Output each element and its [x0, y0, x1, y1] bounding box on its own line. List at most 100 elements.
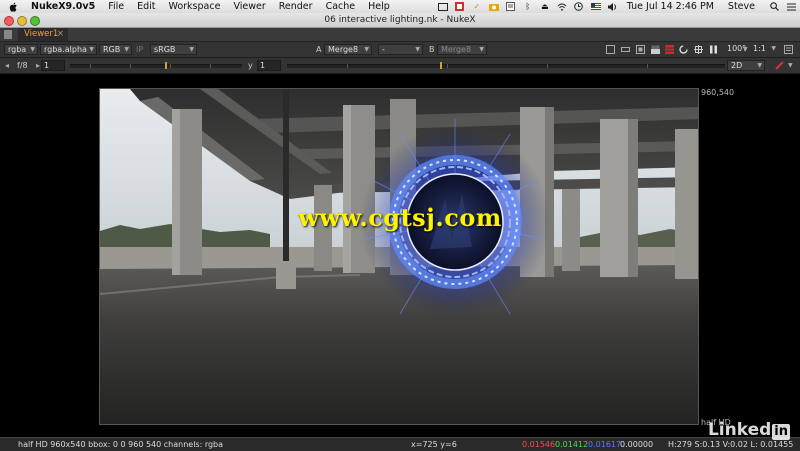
channels-dropdown[interactable]: rgba ▼	[4, 44, 38, 55]
pane-menu-icon[interactable]	[4, 30, 12, 39]
fstop-value[interactable]: f/8	[17, 60, 28, 71]
view-mode-dropdown[interactable]: 2D ▼	[727, 60, 765, 71]
linkedin-in-mark: in	[772, 424, 790, 440]
underpass-scene-image	[100, 89, 698, 424]
viewer-tab-bar: Viewer1 ×	[0, 28, 800, 42]
tab-viewer1-label: Viewer1	[24, 29, 59, 39]
a-input-label: A	[316, 45, 322, 54]
camera-icon[interactable]	[488, 2, 499, 11]
chevron-down-icon: ▼	[124, 46, 129, 53]
menu-cache[interactable]: Cache	[326, 1, 356, 12]
paint-brush-icon[interactable]	[775, 61, 784, 70]
menu-app[interactable]: NukeX9.0v5	[31, 1, 95, 12]
alpha-channel-dropdown[interactable]: rgba.alpha ▼	[40, 44, 97, 55]
viewer-settings-icon[interactable]	[784, 45, 793, 54]
menu-help[interactable]: Help	[368, 1, 390, 12]
watermark-text: www.cgtsj.com	[298, 203, 502, 232]
menubar-user[interactable]: Steve	[728, 1, 755, 12]
b-input-value: Merge8	[441, 45, 472, 54]
eject-icon[interactable]: ⏏	[540, 2, 550, 11]
roi-icon[interactable]	[606, 45, 615, 54]
gain-input[interactable]: 1	[41, 60, 65, 71]
gain-slider[interactable]	[70, 62, 242, 69]
menubar-clock[interactable]: Tue Jul 14 2:46 PM	[627, 1, 714, 12]
chevron-down-icon: ▼	[30, 46, 35, 53]
frame-icon[interactable]	[694, 45, 703, 54]
bluetooth-icon[interactable]: ᛒ	[523, 2, 533, 11]
menu-render[interactable]: Render	[279, 1, 313, 12]
flag-icon[interactable]	[455, 2, 465, 11]
slider-tick	[170, 64, 171, 68]
viewer-image[interactable]	[99, 88, 699, 425]
checkmark-icon[interactable]: ✓	[472, 2, 482, 11]
slider-tick	[90, 64, 91, 68]
menu-edit[interactable]: Edit	[137, 1, 155, 12]
a-input-dropdown[interactable]: Merge8 ▼	[324, 44, 372, 55]
pause-icon[interactable]	[709, 45, 718, 54]
alpha-channel-value: rgba.alpha	[44, 45, 87, 54]
chevron-down-icon: ▼	[189, 46, 194, 53]
screen-record-icon[interactable]	[437, 2, 448, 11]
gamma-input[interactable]: 1	[257, 60, 281, 71]
chevron-down-icon[interactable]: ▼	[788, 60, 793, 71]
mask-overlay-icon[interactable]	[621, 45, 630, 54]
format-corner-label: 960,540	[701, 88, 735, 97]
wifi-icon[interactable]	[557, 2, 567, 11]
clipping-warning-icon[interactable]	[651, 45, 660, 54]
status-blue-value: 0.01617	[588, 440, 622, 449]
slider-tick	[130, 64, 131, 68]
close-tab-icon[interactable]: ×	[57, 28, 64, 41]
chevron-down-icon[interactable]: ▼	[743, 44, 748, 55]
slider-tick	[210, 64, 211, 68]
b-input-label: B	[429, 45, 435, 54]
chevron-down-icon: ▼	[757, 62, 762, 69]
gain-gamma-controls: ◂ f/8 ▸ 1 y 1 2D ▼ ▼	[0, 58, 800, 74]
viewer-status-bar: half HD 960x540 bbox: 0 0 960 540 channe…	[0, 437, 800, 451]
notification-center-icon[interactable]	[786, 2, 796, 11]
volume-icon[interactable]	[607, 2, 618, 11]
gamma-slider-handle[interactable]	[440, 62, 442, 69]
chevron-down-icon: ▼	[771, 45, 776, 52]
a-input-value: Merge8	[328, 45, 359, 54]
time-machine-icon[interactable]	[574, 2, 584, 11]
step-back-icon[interactable]: ◂	[5, 60, 9, 71]
channels-value: rgba	[8, 45, 27, 54]
menu-workspace[interactable]: Workspace	[169, 1, 221, 12]
safe-area-icon[interactable]	[636, 45, 645, 54]
menubar: NukeX9.0v5 File Edit Workspace Viewer Re…	[0, 0, 800, 13]
us-flag-icon[interactable]	[590, 2, 601, 11]
slider-tick	[347, 64, 348, 68]
linkedin-logo-text: Linked	[707, 420, 772, 440]
lut-dropdown[interactable]: sRGB ▼	[150, 44, 197, 55]
lut-value: sRGB	[154, 45, 176, 54]
chevron-down-icon: ▼	[364, 46, 369, 53]
step-forward-icon[interactable]: ▸	[36, 60, 40, 71]
menu-file[interactable]: File	[108, 1, 124, 12]
compare-mode-value: -	[382, 45, 385, 54]
spotlight-icon[interactable]	[769, 2, 779, 11]
gain-slider-handle[interactable]	[165, 62, 167, 69]
proxy-ratio-value: 1:1	[753, 44, 766, 53]
menu-viewer[interactable]: Viewer	[233, 1, 265, 12]
display-channels-dropdown[interactable]: RGB ▼	[99, 44, 132, 55]
input-process-toggle[interactable]: IP	[136, 44, 143, 55]
slider-tick	[647, 64, 648, 68]
notes-icon[interactable]	[506, 2, 516, 11]
gamma-slider[interactable]	[287, 62, 725, 69]
b-input-dropdown[interactable]: Merge8 ▼	[437, 44, 487, 55]
status-cursor-coords: x=725 y=6	[411, 440, 457, 449]
chevron-down-icon: ▼	[89, 46, 94, 53]
gamma-label: y	[248, 61, 253, 70]
refresh-icon[interactable]	[679, 45, 688, 54]
proxy-ratio-dropdown[interactable]: 1:1 ▼	[750, 44, 778, 55]
compare-mode-dropdown[interactable]: - ▼	[378, 44, 423, 55]
apple-icon[interactable]	[9, 2, 21, 12]
window-titlebar: 06 interactive lighting.nk - NukeX	[0, 13, 800, 28]
status-green-value: 0.01412	[555, 440, 589, 449]
chevron-down-icon: ▼	[415, 46, 420, 53]
checkerboard-icon[interactable]	[665, 45, 674, 54]
tab-viewer1[interactable]: Viewer1 ×	[18, 28, 68, 41]
slider-tick	[547, 64, 548, 68]
menubar-tray: ✓ ᛒ ⏏ Tue Jul 14 2:46 PM Steve	[437, 0, 800, 13]
slider-tick	[447, 64, 448, 68]
